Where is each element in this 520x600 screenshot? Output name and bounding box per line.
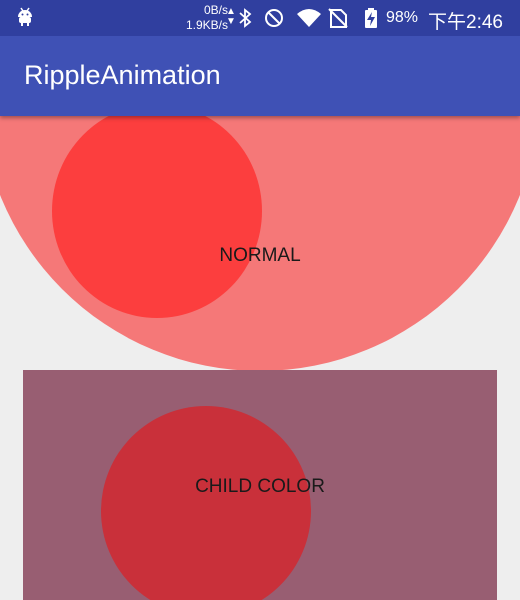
child-ripple-highlight <box>101 406 311 600</box>
normal-label: NORMAL <box>219 245 301 266</box>
data-arrows-icon: ▲ ▼ <box>226 6 236 27</box>
battery-percent: 98% <box>386 9 419 26</box>
android-icon <box>16 7 34 32</box>
status-bar: 0B/s 1.9KB/s ▲ ▼ 98% 下午2:46 <box>0 0 520 36</box>
net-up-text: 0B/s <box>203 3 228 17</box>
bluetooth-icon <box>238 8 252 33</box>
battery-charging-icon <box>364 8 378 33</box>
app-toolbar: RippleAnimation <box>0 36 520 116</box>
wifi-icon <box>296 8 322 33</box>
child-color-view[interactable]: CHILD COLOR <box>23 370 497 600</box>
no-sim-icon <box>328 8 348 33</box>
net-down-text: 1.9KB/s <box>185 18 228 32</box>
child-color-label: CHILD COLOR <box>195 476 325 497</box>
network-speed: 0B/s 1.9KB/s <box>176 3 228 33</box>
main-content: NORMAL CHILD COLOR <box>0 116 520 600</box>
clock: 下午2:46 <box>428 12 503 33</box>
app-title: RippleAnimation <box>24 60 221 90</box>
do-not-disturb-icon <box>264 8 284 33</box>
